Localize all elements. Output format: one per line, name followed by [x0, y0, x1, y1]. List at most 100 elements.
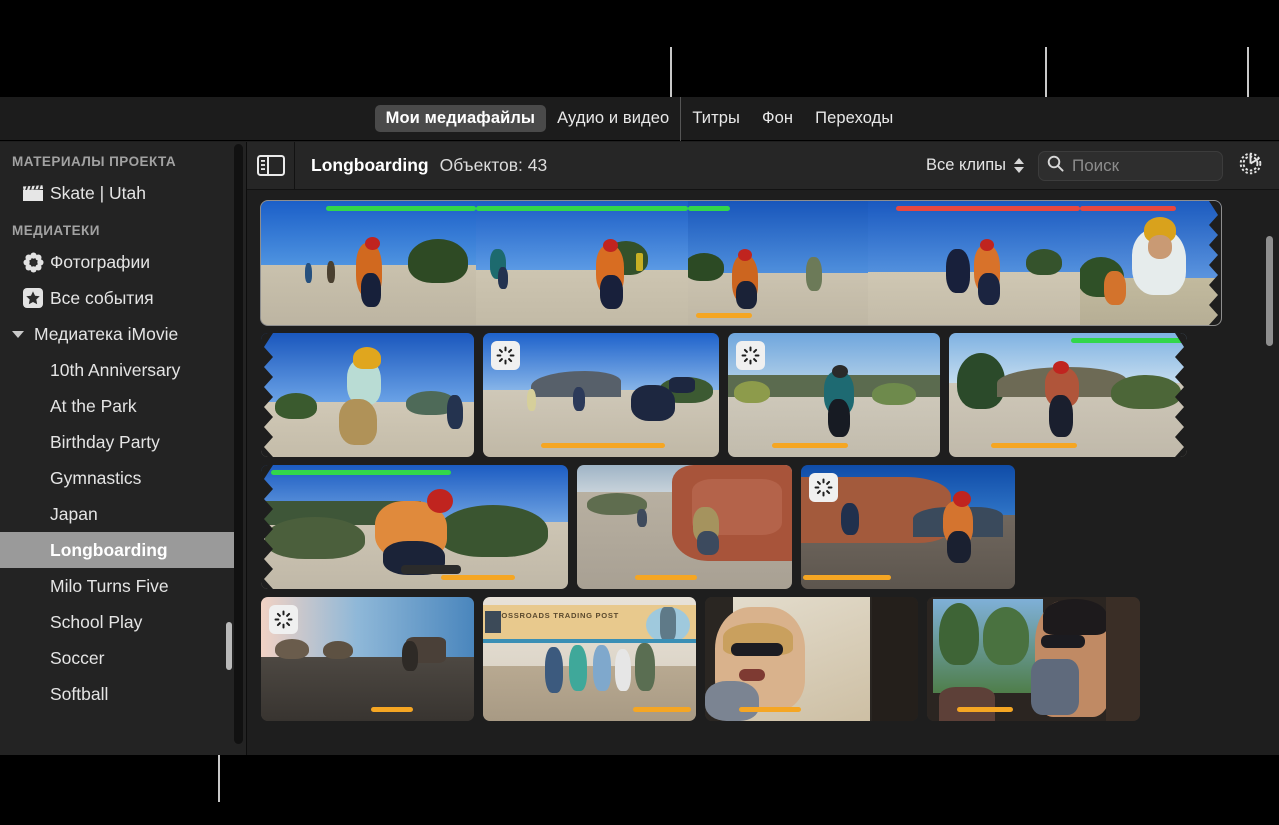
tab-audio-video[interactable]: Аудио и видео	[546, 105, 680, 132]
media-browser: Longboarding Объектов: 43 Все клипы Поис…	[247, 142, 1279, 755]
sidebar-item-longboarding[interactable]: Longboarding	[0, 532, 238, 568]
rejected-marker	[1080, 206, 1176, 211]
disclosure-triangle-icon[interactable]	[12, 330, 24, 338]
favorite-marker	[1071, 338, 1187, 343]
clip-thumbnail[interactable]	[949, 333, 1187, 457]
tab-backgrounds[interactable]: Фон	[751, 105, 804, 132]
clip-thumbnail[interactable]	[801, 465, 1015, 589]
clip-thumbnail[interactable]	[705, 597, 918, 721]
sidebar-section-project-media: МАТЕРИАЛЫ ПРОЕКТА	[12, 154, 177, 169]
sidebar-item-softball[interactable]: Softball	[0, 676, 247, 712]
sidebar-item-label: At the Park	[50, 395, 137, 416]
favorite-marker	[476, 206, 688, 211]
browser-item-count: Объектов: 43	[439, 155, 548, 175]
sidebar-item-label: Медиатека iMovie	[34, 323, 179, 344]
clip-thumbnail[interactable]	[483, 333, 719, 457]
sidebar-scrollbar[interactable]	[226, 144, 243, 744]
analyzing-icon	[269, 605, 298, 634]
gear-icon	[1237, 150, 1264, 182]
sidebar-scrollbar-thumb[interactable]	[226, 622, 232, 670]
sidebar-item-label: Soccer	[50, 647, 105, 668]
torn-edge-icon	[261, 465, 273, 589]
sidebar-item-gymnastics[interactable]: Gymnastics	[0, 460, 247, 496]
filmstrip-frame[interactable]	[688, 201, 868, 325]
trading-post-sign-text: CROSSROADS TRADING POST	[489, 611, 620, 620]
clip-thumbnail[interactable]: CROSSROADS TRADING POST	[483, 597, 696, 721]
sidebar-item-label: Milo Turns Five	[50, 575, 169, 596]
sidebar-item-label: Фотографии	[50, 251, 151, 272]
browser-settings-button[interactable]	[1229, 150, 1271, 182]
torn-edge-icon	[261, 333, 273, 457]
sidebar-item-soccer[interactable]: Soccer	[0, 640, 247, 676]
favorite-marker	[688, 206, 730, 211]
sidebar-item-label: School Play	[50, 611, 143, 632]
analyzing-icon	[491, 341, 520, 370]
sidebar-item-label: Softball	[50, 683, 109, 704]
tab-transitions[interactable]: Переходы	[804, 105, 904, 132]
window-body: МАТЕРИАЛЫ ПРОЕКТА Skate | Utah МЕДИАТЕКИ…	[0, 142, 1279, 755]
used-marker	[633, 707, 691, 712]
browser-header: Longboarding Объектов: 43 Все клипы Поис…	[247, 142, 1279, 190]
sidebar-item-skate-utah[interactable]: Skate | Utah	[0, 175, 247, 211]
sidebar-item-10th-anniversary[interactable]: 10th Anniversary	[0, 352, 247, 388]
clip-filter-label[interactable]: Все клипы	[926, 156, 1006, 175]
sidebar-item-at-the-park[interactable]: At the Park	[0, 388, 247, 424]
imovie-window: Мои медиафайлы Аудио и видео Титры Фон П…	[0, 97, 1279, 755]
sidebar-item-birthday-party[interactable]: Birthday Party	[0, 424, 247, 460]
sidebar-item-photos[interactable]: Фотографии	[0, 244, 247, 280]
clapperboard-icon	[18, 184, 48, 202]
tab-my-media[interactable]: Мои медиафайлы	[374, 105, 547, 132]
clip-thumbnail[interactable]	[261, 597, 474, 721]
filmstrip-frame nogap[interactable]	[1080, 201, 1221, 325]
used-marker	[991, 443, 1077, 448]
selected-event-filmstrip[interactable]	[260, 200, 1222, 326]
clip-thumbnail[interactable]	[261, 465, 568, 589]
rejected-marker	[896, 206, 1080, 211]
sidebar-item-japan[interactable]: Japan	[0, 496, 247, 532]
used-marker	[371, 707, 413, 712]
clip-thumbnail[interactable]	[577, 465, 792, 589]
browser-toolbar-right: Все клипы Поиск	[926, 150, 1279, 182]
clip-filter-stepper-icon[interactable]	[1014, 158, 1024, 173]
grid-row	[261, 465, 1279, 589]
used-marker	[957, 707, 1013, 712]
clip-thumbnail[interactable]	[261, 333, 474, 457]
media-tab-bar: Мои медиафайлы Аудио и видео Титры Фон П…	[0, 97, 1279, 141]
grid-row	[261, 333, 1279, 457]
torn-edge-icon	[1209, 201, 1221, 325]
clip-thumbnail[interactable]	[927, 597, 1140, 721]
tab-list: Мои медиафайлы Аудио и видео Титры Фон П…	[374, 97, 905, 141]
tab-titles[interactable]: Титры	[681, 105, 751, 132]
sidebar-item-label: Все события	[50, 287, 154, 308]
used-marker	[696, 313, 752, 318]
search-icon	[1047, 155, 1064, 177]
clip-grid[interactable]: CROSSROADS TRADING POST	[247, 191, 1279, 755]
filmstrip-frame[interactable]	[868, 201, 1080, 325]
grid-row	[260, 200, 1279, 326]
used-marker	[772, 443, 848, 448]
used-marker	[739, 707, 801, 712]
search-field[interactable]: Поиск	[1038, 150, 1223, 181]
clip-thumbnail[interactable]	[728, 333, 940, 457]
sidebar-item-imovie-library[interactable]: Медиатека iMovie	[0, 316, 247, 352]
filmstrip-frame[interactable]	[476, 201, 688, 325]
analyzing-icon	[809, 473, 838, 502]
used-marker	[441, 575, 515, 580]
star-icon	[18, 287, 48, 309]
sidebar-item-label: Skate | Utah	[50, 182, 146, 203]
sidebar-toggle-icon	[256, 155, 285, 176]
sidebar-item-label: Longboarding	[50, 539, 168, 560]
photos-flower-icon	[18, 252, 48, 273]
libraries-sidebar[interactable]: МАТЕРИАЛЫ ПРОЕКТА Skate | Utah МЕДИАТЕКИ…	[0, 142, 247, 755]
sidebar-item-label: Gymnastics	[50, 467, 142, 488]
browser-scrollbar-thumb[interactable]	[1266, 236, 1273, 346]
sidebar-item-milo-turns-five[interactable]: Milo Turns Five	[0, 568, 247, 604]
favorite-marker	[271, 470, 451, 475]
search-input[interactable]: Поиск	[1072, 156, 1119, 176]
favorite-marker	[326, 206, 476, 211]
browser-title: Longboarding	[311, 155, 429, 175]
filmstrip-frame[interactable]	[261, 201, 476, 325]
sidebar-item-school-play[interactable]: School Play	[0, 604, 247, 640]
sidebar-item-all-events[interactable]: Все события	[0, 280, 247, 316]
sidebar-toggle-button[interactable]	[247, 142, 295, 190]
